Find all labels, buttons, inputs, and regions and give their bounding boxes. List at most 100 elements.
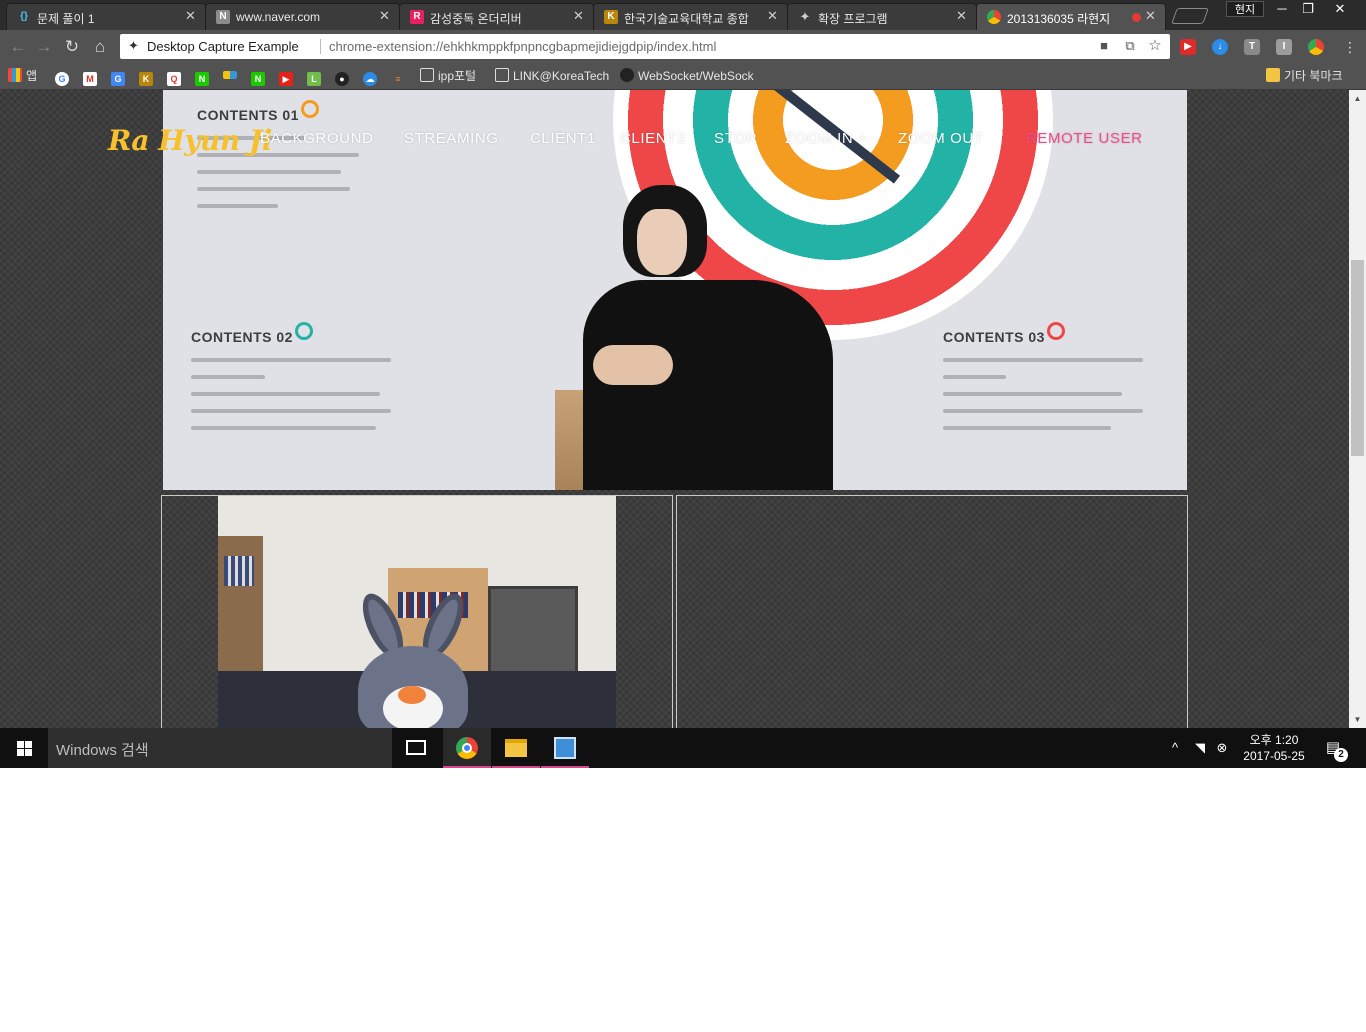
- nav-zoom-in[interactable]: ZOOM IN +: [785, 130, 868, 147]
- bookmark-label: LINK@KoreaTech: [513, 69, 610, 83]
- t-extension-icon[interactable]: T: [1244, 39, 1260, 55]
- nav-zoom-out[interactable]: ZOOM OUT: [898, 130, 984, 147]
- taskbar-app[interactable]: [541, 728, 589, 768]
- cloud-bookmark[interactable]: ☁: [363, 68, 381, 86]
- taskbar-search[interactable]: Windows 검색: [48, 728, 392, 768]
- nav-background[interactable]: BACKGROUND: [260, 130, 374, 147]
- text-line: [191, 375, 265, 379]
- menu-icon[interactable]: ⋮: [1340, 37, 1360, 57]
- google-bookmark[interactable]: G: [55, 68, 73, 86]
- line-bookmark[interactable]: L: [307, 68, 325, 86]
- wifi-icon[interactable]: ◥: [1192, 740, 1208, 756]
- volume-muted-icon[interactable]: ⊗: [1214, 740, 1230, 756]
- scroll-down-arrow-icon[interactable]: ▼: [1349, 711, 1366, 728]
- tab-ontheriver[interactable]: R 감성중독 온더리버 ✕: [399, 3, 594, 30]
- gmail-bookmark[interactable]: M: [83, 68, 101, 86]
- active-indicator: [443, 766, 491, 768]
- camera-icon[interactable]: ■: [1096, 38, 1112, 54]
- browser-toolbar: ← → ↻ ⌂ ✦ Desktop Capture Example chrome…: [0, 30, 1366, 63]
- text-line: [191, 392, 380, 396]
- nav-client1[interactable]: CLIENT1: [530, 130, 596, 147]
- nav-remote-user[interactable]: REMOTE USER: [1026, 130, 1143, 147]
- windows-logo-icon: [25, 749, 32, 756]
- other-bookmarks[interactable]: 기타 북마크: [1266, 68, 1343, 85]
- colorbar-bookmark[interactable]: [223, 68, 241, 85]
- tab-naver[interactable]: N www.naver.com ✕: [205, 3, 400, 30]
- restore-button[interactable]: ❐: [1294, 0, 1322, 18]
- close-icon[interactable]: ✕: [767, 9, 779, 23]
- naver2-bookmark[interactable]: N: [251, 68, 269, 86]
- remote-camera-tile: [676, 495, 1188, 728]
- star-icon[interactable]: ☆: [1147, 38, 1163, 54]
- text-line: [943, 409, 1143, 413]
- naver-icon: N: [195, 72, 209, 86]
- scroll-up-arrow-icon[interactable]: ▲: [1349, 90, 1366, 107]
- close-icon[interactable]: ✕: [185, 9, 197, 23]
- presenter-arm: [593, 345, 673, 385]
- puzzle-icon: ✦: [799, 9, 811, 24]
- tab-koreatech[interactable]: K 한국기술교육대학교 종합 ✕: [593, 3, 788, 30]
- close-window-button[interactable]: ✕: [1326, 0, 1354, 18]
- close-icon[interactable]: ✕: [1145, 9, 1157, 23]
- clock-date[interactable]: 2017-05-25: [1236, 749, 1312, 763]
- translate-icon[interactable]: ⧉: [1122, 38, 1138, 54]
- text-line: [191, 358, 391, 362]
- download-icon[interactable]: ↓: [1212, 39, 1228, 55]
- close-icon[interactable]: ✕: [379, 9, 391, 23]
- new-tab-button[interactable]: [1171, 8, 1209, 24]
- tab-problem[interactable]: {} 문제 풀이 1 ✕: [6, 3, 206, 30]
- bookmark-ipp[interactable]: ipp포털: [420, 68, 476, 85]
- reload-button[interactable]: ↻: [62, 37, 82, 57]
- naver-bookmark[interactable]: N: [195, 68, 213, 86]
- tab-title: 확장 프로그램: [818, 12, 888, 26]
- url-text[interactable]: chrome-extension://ehkhkmppkfpnpncgbapme…: [329, 39, 716, 54]
- bookmark-linkkoreatech[interactable]: LINK@KoreaTech: [495, 68, 609, 85]
- start-button[interactable]: [0, 728, 48, 768]
- stackoverflow-bookmark[interactable]: ≡: [391, 68, 409, 85]
- i-extension-icon[interactable]: I: [1276, 39, 1292, 55]
- taskbar-chrome[interactable]: [443, 728, 491, 768]
- apps-bookmark[interactable]: 앱: [8, 68, 37, 85]
- back-button[interactable]: ←: [8, 37, 28, 57]
- profile-button[interactable]: 현지: [1226, 1, 1264, 17]
- text-line: [191, 426, 376, 430]
- clock-time[interactable]: 오후 1:20: [1244, 731, 1304, 748]
- nav-stop[interactable]: STOP: [714, 130, 757, 147]
- chevron-up-icon[interactable]: ^: [1167, 740, 1183, 756]
- youtube-bookmark[interactable]: ▶: [279, 68, 297, 86]
- cloud-icon: ☁: [363, 72, 377, 86]
- forward-button[interactable]: →: [34, 37, 54, 57]
- home-button[interactable]: ⌂: [90, 37, 110, 57]
- translate-bookmark[interactable]: G: [111, 68, 129, 86]
- tab-title: www.naver.com: [236, 10, 321, 24]
- task-view-button[interactable]: [392, 728, 440, 768]
- slide-card-title: CONTENTS 03: [943, 329, 1045, 345]
- brand-logo[interactable]: Ra Hyun Ji: [108, 124, 272, 157]
- chrome-extension-icon[interactable]: [1308, 39, 1324, 55]
- qr-bookmark[interactable]: Q: [167, 68, 185, 86]
- video-extension-icon[interactable]: ▶: [1180, 39, 1196, 55]
- tab-extensions[interactable]: ✦ 확장 프로그램 ✕: [787, 3, 977, 30]
- bookmark-websocket[interactable]: WebSocket/WebSock: [620, 68, 754, 85]
- slide-card-title: CONTENTS 02: [191, 329, 293, 345]
- presenter-face: [637, 209, 687, 275]
- close-icon[interactable]: ✕: [573, 9, 585, 23]
- taskbar-file-explorer[interactable]: [492, 728, 540, 768]
- windows-logo-icon: [17, 741, 24, 748]
- nav-client2[interactable]: CLIENT2: [620, 130, 686, 147]
- nav-streaming[interactable]: STREAMING: [404, 130, 499, 147]
- tab-strip: {} 문제 풀이 1 ✕ N www.naver.com ✕ R 감성중독 온더…: [0, 0, 1366, 30]
- github-bookmark[interactable]: ●: [335, 68, 353, 86]
- text-line: [943, 358, 1143, 362]
- scrollbar-thumb[interactable]: [1351, 260, 1364, 456]
- close-icon[interactable]: ✕: [956, 9, 968, 23]
- minimize-button[interactable]: ─: [1268, 0, 1296, 18]
- vertical-scrollbar[interactable]: ▲ ▼: [1349, 90, 1366, 728]
- tab-title: 감성중독 온더리버: [430, 12, 522, 26]
- address-bar[interactable]: ✦ Desktop Capture Example chrome-extensi…: [120, 34, 1170, 59]
- gmail-icon: M: [83, 72, 97, 86]
- koreatech-bookmark[interactable]: K: [139, 68, 157, 86]
- bookmarks-bar: 앱 G M G K Q N N ▶ L ● ☁ ≡ ipp포털 LINK@Kor…: [0, 63, 1366, 90]
- tab-active-capture[interactable]: 2013136035 라현지 ✕: [976, 3, 1166, 30]
- recording-icon: [1132, 13, 1141, 22]
